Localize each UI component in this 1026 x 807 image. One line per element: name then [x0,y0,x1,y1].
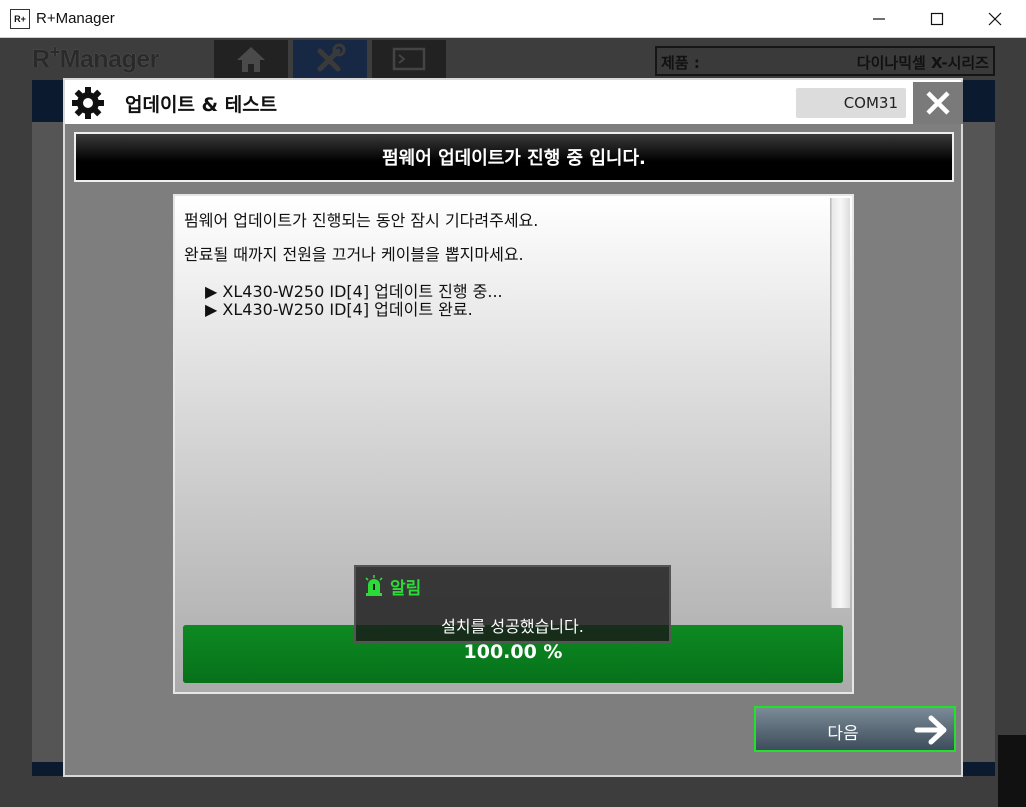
log-line: 완료될 때까지 전원을 끄거나 케이블을 뽑지마세요. [184,245,524,264]
scrollbar-thumb[interactable] [832,198,850,608]
com-port-label: COM31 [843,94,898,112]
toast-message: 설치를 성공했습니다. [441,617,584,636]
product-value: 다이나믹셀 X-시리즈 [856,54,989,72]
close-icon [926,91,950,115]
progress-text: 100.00 % [463,641,563,663]
window-close-button[interactable] [966,0,1024,38]
status-text: 펌웨어 업데이트가 진행 중 입니다. [382,148,646,169]
background-corner [998,735,1026,807]
next-button[interactable]: 다음 [754,706,956,752]
status-banner: 펌웨어 업데이트가 진행 중 입니다. [74,132,954,182]
terminal-icon [392,47,426,71]
minimize-icon [873,18,885,20]
maximize-icon [930,12,944,26]
brand-manager: Manager [59,45,160,74]
gear-icon [72,87,104,119]
dialog-close-button[interactable] [913,82,963,124]
tools-icon [317,43,346,72]
tab-tools[interactable] [293,40,367,78]
window-title: R+Manager [36,10,115,27]
log-entry: ▶ XL430-W250 ID[4] 업데이트 완료. [205,300,473,319]
product-indicator: 제품 : 다이나믹셀 X-시리즈 [655,46,995,76]
notification-toast: 알림 설치를 성공했습니다. [354,565,671,643]
app-logo-icon: R+ [10,9,30,29]
brand-plus: + [49,42,61,62]
alarm-icon [365,575,383,596]
update-test-dialog: 업데이트 & 테스트 COM31 펌웨어 업데이트가 진행 중 입니다. 펌웨어… [63,78,963,777]
dialog-header: 업데이트 & 테스트 COM31 [65,80,963,124]
minimize-button[interactable] [850,0,908,38]
maximize-button[interactable] [908,0,966,38]
tab-terminal[interactable] [372,40,446,78]
com-port-display: COM31 [796,88,906,118]
log-scrollbar[interactable] [830,198,850,608]
dialog-title: 업데이트 & 테스트 [125,94,278,116]
toast-title: 알림 [390,579,422,599]
tab-home[interactable] [214,40,288,78]
product-label: 제품 : [661,54,700,72]
brand-r: R [32,45,50,74]
close-icon [988,12,1002,26]
home-icon [237,47,265,72]
window-titlebar: R+ R+Manager [0,0,1026,38]
log-line: 펌웨어 업데이트가 진행되는 동안 잠시 기다려주세요. [184,211,539,230]
next-button-label: 다음 [827,724,859,744]
app-brand: R+Manager [32,42,159,74]
arrow-right-icon [914,715,947,745]
